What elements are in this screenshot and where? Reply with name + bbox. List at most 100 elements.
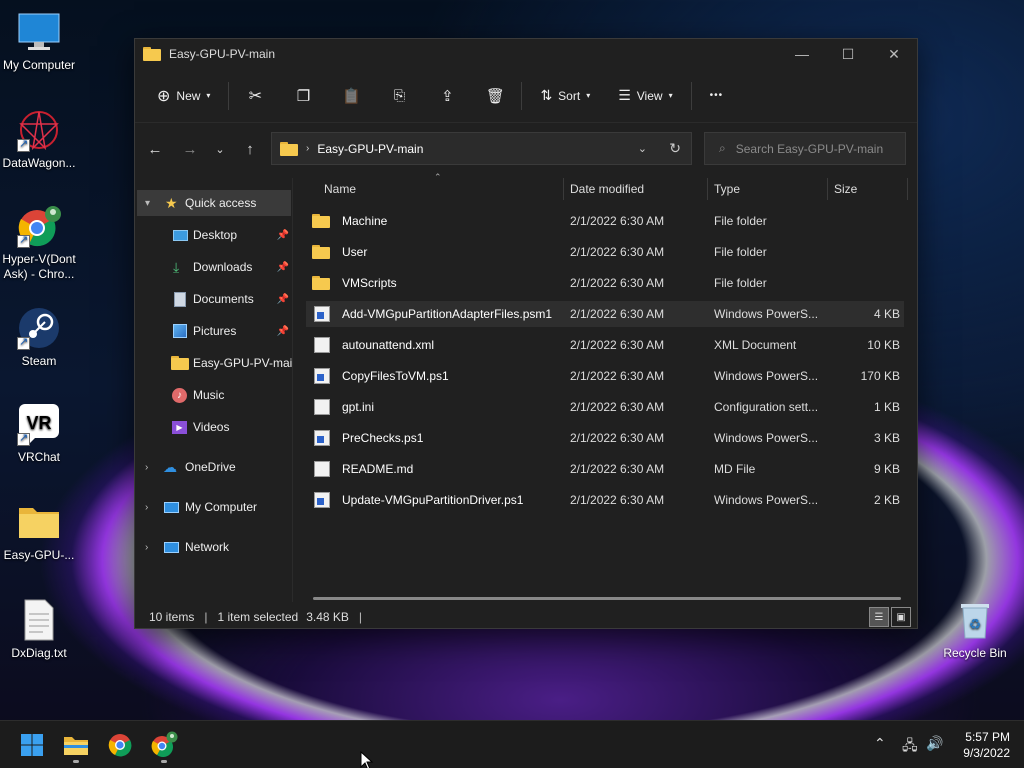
file-icon — [314, 461, 330, 477]
file-row[interactable]: Add-VMGpuPartitionAdapterFiles.psm1 2/1/2… — [306, 301, 904, 327]
back-button[interactable]: ← — [140, 134, 170, 164]
search-box[interactable]: ⌕ Search Easy-GPU-PV-main — [704, 132, 906, 165]
sidebar-item-quick-access[interactable]: ▾ ★ Quick access — [137, 190, 291, 216]
cut-button[interactable]: ✂ — [239, 80, 271, 112]
network-tray-icon[interactable]: 🖧 — [902, 735, 918, 759]
sidebar-item-easy-gpu-pv-main[interactable]: Easy-GPU-PV-main — [135, 350, 293, 376]
column-header-date[interactable]: Date modified — [564, 178, 708, 200]
clock-date: 9/3/2022 — [963, 746, 1010, 760]
file-row[interactable]: CopyFilesToVM.ps1 2/1/2022 6:30 AM Windows… — [306, 363, 904, 389]
delete-button[interactable]: 🗑 — [479, 80, 511, 112]
tiles-view-button[interactable]: ▣ — [891, 607, 911, 627]
address-bar[interactable]: › Easy-GPU-PV-main ⌄ ↻ — [271, 132, 692, 165]
new-label: New — [176, 88, 201, 103]
chevron-right-icon: › — [145, 541, 149, 553]
sidebar-item-music[interactable]: ♪ Music — [135, 382, 292, 408]
volume-tray-icon[interactable]: 🔊 — [926, 735, 943, 752]
share-icon: ⇪ — [441, 87, 454, 105]
desktop-icon-label: My Computer — [2, 58, 76, 72]
start-button[interactable] — [16, 729, 48, 761]
desktop-icon-datawagon[interactable]: DataWagon... — [0, 108, 78, 171]
up-button[interactable]: ↑ — [235, 134, 265, 164]
file-date: 2/1/2022 6:30 AM — [570, 431, 665, 445]
desktop-icon-label: Steam — [21, 354, 57, 368]
windows-logo-icon — [21, 734, 43, 756]
desktop-icon-vrchat[interactable]: VR VRChat — [0, 402, 78, 465]
copy-button[interactable]: ❐ — [287, 80, 319, 112]
chevron-right-icon: › — [145, 461, 149, 473]
paste-button[interactable]: 📋 — [335, 80, 367, 112]
breadcrumb-current[interactable]: Easy-GPU-PV-main — [317, 142, 423, 156]
sidebar-item-downloads[interactable]: ⤓ Downloads 📌 — [135, 254, 292, 280]
folder-icon — [312, 245, 330, 261]
recent-locations-button[interactable]: ⌄ — [205, 134, 235, 164]
clipboard-icon: 📋 — [342, 87, 361, 105]
file-size: 170 KB — [860, 369, 900, 383]
close-button[interactable]: ✕ — [871, 39, 917, 69]
new-button[interactable]: ⊕ New ▾ — [149, 80, 218, 112]
horizontal-scrollbar[interactable] — [313, 597, 901, 600]
file-row[interactable]: Update-VMGpuPartitionDriver.ps1 2/1/2022 … — [306, 487, 904, 513]
minimize-button[interactable]: — — [779, 39, 825, 69]
desktop-icon-steam[interactable]: Steam — [0, 306, 78, 369]
more-options-button[interactable]: ••• — [702, 80, 732, 112]
sidebar-item-label: Easy-GPU-PV-main — [193, 356, 293, 370]
sidebar-item-label: OneDrive — [185, 460, 236, 474]
taskbar-chrome-profile[interactable] — [148, 729, 180, 763]
file-row[interactable]: README.md 2/1/2022 6:30 AM MD File 9 KB — [306, 456, 904, 482]
sidebar-item-desktop[interactable]: Desktop 📌 — [135, 222, 292, 248]
rename-button[interactable]: ⎘ — [383, 80, 415, 112]
file-name: PreChecks.ps1 — [342, 431, 424, 445]
sort-button[interactable]: ⇅ Sort ▾ — [532, 80, 598, 112]
arrow-right-icon: → — [182, 140, 198, 158]
sidebar-item-label: Desktop — [193, 228, 238, 242]
powershell-file-icon — [314, 492, 330, 508]
sidebar-item-documents[interactable]: Documents 📌 — [135, 286, 292, 312]
xml-file-icon — [314, 337, 330, 353]
desktop-icon-dxdiag[interactable]: DxDiag.txt — [0, 598, 78, 661]
maximize-button[interactable]: ☐ — [825, 39, 871, 69]
show-hidden-icons-button[interactable]: ⌃ — [874, 735, 886, 752]
address-history-chevron-icon[interactable]: ⌄ — [638, 142, 647, 155]
datawagon-icon — [17, 108, 61, 152]
sidebar-item-my-computer[interactable]: › My Computer — [135, 494, 292, 520]
desktop-icon-recycle-bin[interactable]: ♻ Recycle Bin — [936, 598, 1014, 661]
desktop-icon-easy-gpu[interactable]: Easy-GPU-... — [0, 500, 78, 563]
sidebar-item-network[interactable]: › Network — [135, 534, 292, 560]
column-header-size[interactable]: Size — [828, 178, 908, 200]
item-count: 10 items — [149, 610, 195, 624]
file-type: Windows PowerS... — [714, 369, 819, 383]
column-header-name[interactable]: Name — [318, 178, 564, 200]
view-button[interactable]: ☰ View ▾ — [610, 80, 680, 112]
shortcut-arrow-icon — [17, 431, 30, 446]
refresh-icon[interactable]: ↻ — [669, 140, 681, 157]
file-row[interactable]: autounattend.xml 2/1/2022 6:30 AM XML Docu… — [306, 332, 904, 358]
file-row[interactable]: User 2/1/2022 6:30 AM File folder — [306, 239, 904, 265]
clock-time: 5:57 PM — [965, 730, 1010, 744]
forward-button[interactable]: → — [175, 134, 205, 164]
arrow-left-icon: ← — [147, 140, 163, 158]
taskbar-chrome[interactable] — [104, 729, 136, 761]
sidebar-item-onedrive[interactable]: › ☁ OneDrive — [135, 454, 292, 480]
file-type: Configuration sett... — [714, 400, 819, 414]
rename-icon: ⎘ — [393, 87, 406, 103]
details-view-button[interactable]: ☰ — [869, 607, 889, 627]
desktop-icon-label: Easy-GPU-... — [3, 548, 75, 562]
desktop-icon-my-computer[interactable]: My Computer — [0, 10, 78, 73]
file-name: autounattend.xml — [342, 338, 435, 352]
file-row[interactable]: PreChecks.ps1 2/1/2022 6:30 AM Windows Pow… — [306, 425, 904, 451]
sidebar-item-videos[interactable]: ▶ Videos — [135, 414, 292, 440]
desktop-icon-hyperv-chrome[interactable]: Hyper-V(Dont Ask) - Chro... — [0, 204, 78, 282]
arrow-up-icon: ↑ — [246, 140, 254, 158]
taskbar-file-explorer[interactable] — [60, 729, 92, 763]
desktop-icon-label: DataWagon... — [2, 156, 76, 170]
star-icon: ★ — [165, 194, 178, 211]
file-row[interactable]: gpt.ini 2/1/2022 6:30 AM Configuration set… — [306, 394, 904, 420]
breadcrumb-chevron-icon: › — [306, 143, 310, 154]
sidebar-item-pictures[interactable]: Pictures 📌 — [135, 318, 292, 344]
system-clock[interactable]: 5:57 PM 9/3/2022 — [963, 729, 1010, 761]
file-row[interactable]: Machine 2/1/2022 6:30 AM File folder — [306, 208, 904, 234]
column-header-type[interactable]: Type — [708, 178, 828, 200]
file-row[interactable]: VMScripts 2/1/2022 6:30 AM File folder — [306, 270, 904, 296]
share-button[interactable]: ⇪ — [431, 80, 463, 112]
